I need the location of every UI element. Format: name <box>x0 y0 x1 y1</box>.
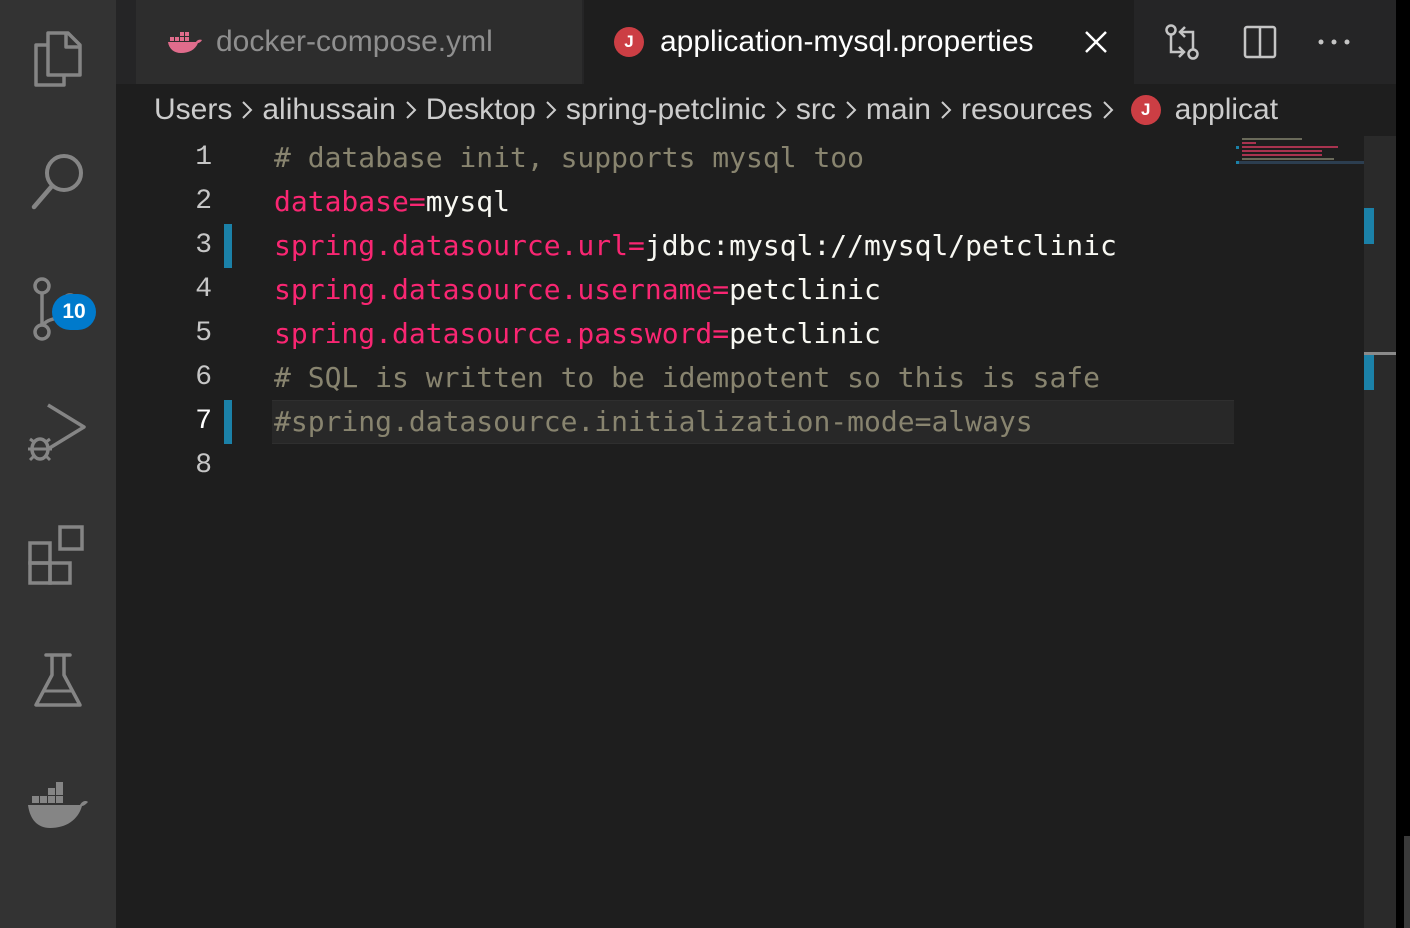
minimap-line <box>1242 154 1322 156</box>
property-key: spring.datasource.url= <box>274 229 645 262</box>
code-line[interactable]: 8 <box>116 444 1364 488</box>
line-number: 6 <box>195 362 212 393</box>
property-value: jdbc:mysql://mysql/petclinic <box>644 229 1117 262</box>
code-line-current[interactable]: 7 #spring.datasource.initialization-mode… <box>116 400 1364 444</box>
comment-token: # database init, supports mysql too <box>274 141 865 174</box>
line-number: 5 <box>195 318 212 349</box>
breadcrumb-item-src[interactable]: src <box>796 93 836 127</box>
code-line[interactable]: 2 database=mysql <box>116 180 1364 224</box>
tab-label: application-mysql.properties <box>660 25 1034 58</box>
tab-bar: docker-compose.yml J application-mysql.p… <box>116 0 1396 84</box>
tab-application-mysql-properties[interactable]: J application-mysql.properties <box>584 0 1134 84</box>
minimap-line <box>1242 142 1256 144</box>
breadcrumb-item-desktop[interactable]: Desktop <box>426 93 536 127</box>
code-text: spring.datasource.password=petclinic <box>274 312 881 356</box>
code-text: # database init, supports mysql too <box>274 136 864 180</box>
docker-icon <box>168 32 202 53</box>
chevron-right-icon <box>238 98 256 122</box>
search-icon <box>31 154 83 210</box>
line-number: 4 <box>195 274 212 305</box>
docker-button[interactable] <box>0 762 116 852</box>
breadcrumb-item-main[interactable]: main <box>866 93 931 127</box>
comment-token: # SQL is written to be idempotent so thi… <box>274 361 1101 394</box>
code-text: spring.datasource.username=petclinic <box>274 268 881 312</box>
code-line[interactable]: 1 # database init, supports mysql too <box>116 136 1364 180</box>
comment-token: #spring.datasource.initialization-mode=a… <box>274 405 1033 438</box>
modified-gutter-marker[interactable] <box>224 400 232 444</box>
minimap-change-marker <box>1236 161 1239 164</box>
java-icon: J <box>614 27 644 57</box>
chevron-right-icon <box>842 98 860 122</box>
source-control-badge: 10 <box>52 294 96 330</box>
java-icon: J <box>1130 95 1161 125</box>
property-key: spring.datasource.password= <box>274 317 730 350</box>
minimap-line <box>1242 158 1334 160</box>
chevron-right-icon <box>772 98 790 122</box>
run-debug-button[interactable] <box>0 386 116 476</box>
open-changes-icon <box>1165 24 1199 60</box>
line-number: 3 <box>195 230 212 261</box>
modified-gutter-marker[interactable] <box>224 224 232 268</box>
property-key: spring.datasource.username= <box>274 273 730 306</box>
breadcrumb: Users alihussain Desktop spring-petclini… <box>116 84 1396 136</box>
breadcrumb-item-users[interactable]: Users <box>154 93 232 127</box>
editor-scrollbar[interactable] <box>1364 136 1396 928</box>
split-editor-icon <box>1243 25 1277 59</box>
property-value: petclinic <box>729 317 881 350</box>
minimap-current-line <box>1236 161 1364 164</box>
minimap[interactable] <box>1236 136 1364 176</box>
line-number: 7 <box>195 406 212 437</box>
chevron-right-icon <box>1099 98 1117 122</box>
code-text: spring.datasource.url=jdbc:mysql://mysql… <box>274 224 1117 268</box>
docker-icon <box>28 782 88 828</box>
chevron-right-icon <box>937 98 955 122</box>
search-button[interactable] <box>0 136 116 226</box>
extensions-button[interactable] <box>0 510 116 600</box>
code-line[interactable]: 5 spring.datasource.password=petclinic <box>116 312 1364 356</box>
property-key: database= <box>274 185 426 218</box>
scrollbar-cursor-marker <box>1364 352 1396 355</box>
line-number: 2 <box>195 186 212 217</box>
source-control-button[interactable]: 10 <box>0 262 116 352</box>
minimap-line <box>1242 146 1338 148</box>
open-changes-button[interactable] <box>1162 22 1202 62</box>
testing-button[interactable] <box>0 636 116 726</box>
run-debug-icon <box>28 403 86 462</box>
extensions-icon <box>28 525 84 585</box>
code-text: # SQL is written to be idempotent so thi… <box>274 356 1100 400</box>
more-actions-button[interactable] <box>1314 22 1354 62</box>
minimap-change-marker <box>1236 146 1239 149</box>
code-editor[interactable]: 1 # database init, supports mysql too 2 … <box>116 136 1364 928</box>
tab-label: docker-compose.yml <box>216 25 493 58</box>
line-number: 1 <box>195 142 212 173</box>
scrollbar-change-marker <box>1364 354 1374 390</box>
scrollbar-change-marker <box>1364 208 1374 244</box>
code-line[interactable]: 3 spring.datasource.url=jdbc:mysql://mys… <box>116 224 1364 268</box>
code-text: #spring.datasource.initialization-mode=a… <box>274 400 1033 444</box>
breadcrumb-item-resources[interactable]: resources <box>961 93 1093 127</box>
window-edge <box>1396 0 1410 928</box>
line-number: 8 <box>195 450 212 481</box>
activity-bar: 10 <box>0 0 116 928</box>
property-value: mysql <box>425 185 511 218</box>
files-icon <box>34 31 82 87</box>
explorer-button[interactable] <box>0 12 116 102</box>
chevron-right-icon <box>402 98 420 122</box>
close-icon[interactable] <box>1082 28 1110 56</box>
outer-scrollbar-thumb[interactable] <box>1404 836 1410 928</box>
code-line[interactable]: 4 spring.datasource.username=petclinic <box>116 268 1364 312</box>
more-actions-icon <box>1318 39 1350 45</box>
minimap-line <box>1242 150 1322 152</box>
breadcrumb-item-alihussain[interactable]: alihussain <box>262 93 395 127</box>
breadcrumb-item-spring-petclinic[interactable]: spring-petclinic <box>566 93 766 127</box>
flask-icon <box>34 653 82 707</box>
tab-docker-compose[interactable]: docker-compose.yml <box>136 0 582 84</box>
split-editor-button[interactable] <box>1240 22 1280 62</box>
property-value: petclinic <box>729 273 881 306</box>
breadcrumb-item-file[interactable]: applicat <box>1175 93 1278 127</box>
chevron-right-icon <box>542 98 560 122</box>
code-text: database=mysql <box>274 180 510 224</box>
minimap-line <box>1242 138 1302 140</box>
code-line[interactable]: 6 # SQL is written to be idempotent so t… <box>116 356 1364 400</box>
